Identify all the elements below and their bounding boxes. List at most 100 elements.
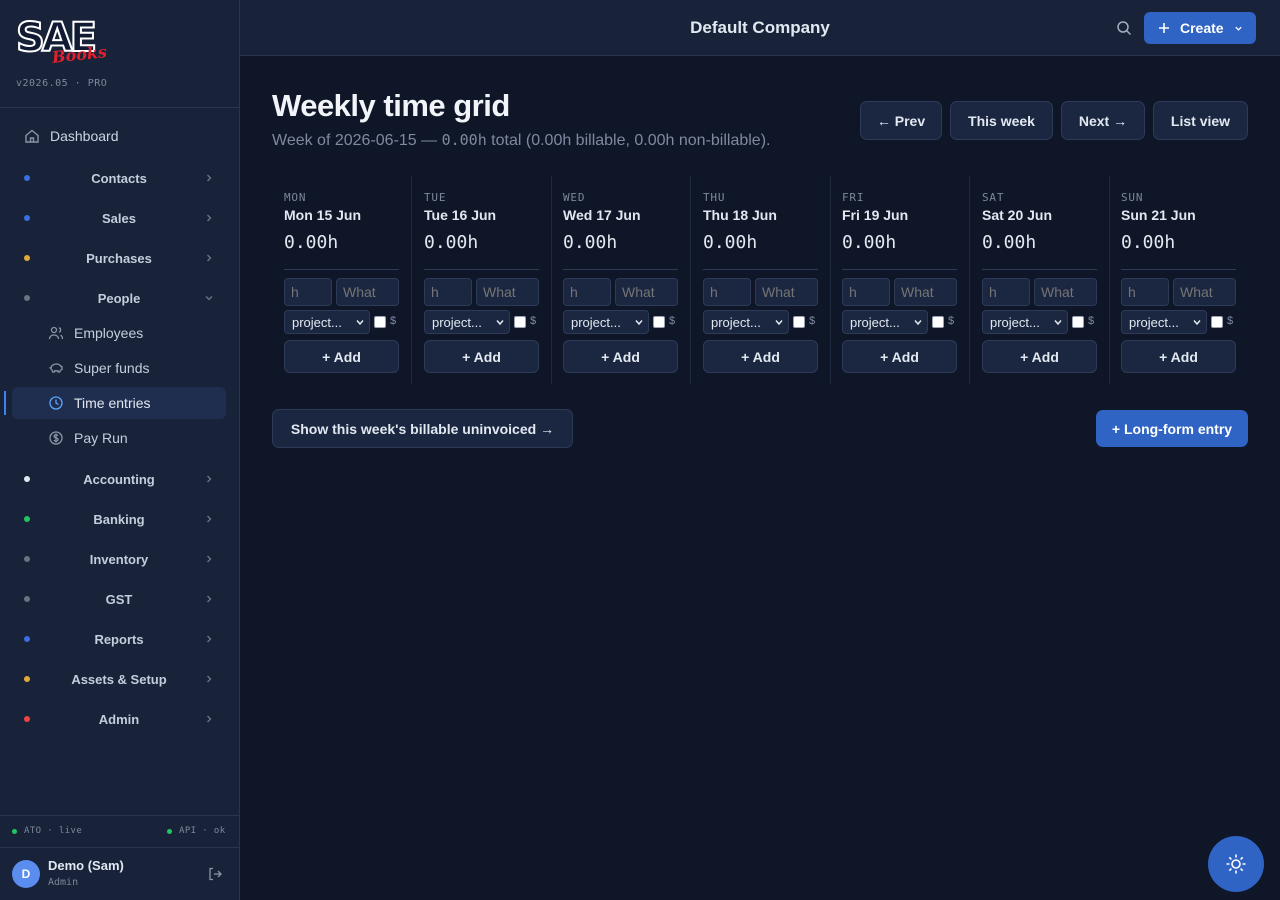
project-select[interactable]: project...	[703, 310, 789, 334]
day-column-tue: TUE Tue 16 Jun 0.00h project... $ + Add	[412, 176, 552, 384]
users-icon	[48, 326, 64, 340]
topbar: Default Company Create	[240, 0, 1280, 56]
project-select[interactable]: project...	[1121, 310, 1207, 334]
sidebar-group-admin[interactable]: Admin	[12, 703, 226, 735]
avatar[interactable]: D	[12, 860, 40, 888]
add-entry-button[interactable]: + Add	[982, 340, 1097, 373]
billable-checkbox[interactable]	[374, 316, 386, 328]
billable-checkbox[interactable]	[932, 316, 944, 328]
billable-label: $	[1227, 315, 1234, 327]
sidebar-item-dashboard[interactable]: Dashboard	[12, 119, 226, 153]
sidebar-group-contacts[interactable]: Contacts	[12, 162, 226, 194]
ato-status: ATO · live	[12, 826, 82, 836]
what-input[interactable]	[336, 278, 399, 306]
sidebar-group-reports[interactable]: Reports	[12, 623, 226, 655]
billable-label: $	[1088, 315, 1095, 327]
project-select[interactable]: project...	[842, 310, 928, 334]
project-select[interactable]: project...	[982, 310, 1068, 334]
day-of-week: THU	[703, 191, 726, 204]
show-billable-uninvoiced-button[interactable]: Show this week's billable uninvoiced →	[272, 409, 573, 448]
day-column-fri: FRI Fri 19 Jun 0.00h project... $ + Add	[830, 176, 970, 384]
day-hours-total: 0.00h	[982, 232, 1037, 253]
day-divider	[982, 269, 1097, 270]
sidebar-group-people[interactable]: People	[12, 282, 226, 314]
chevron-down-icon	[1234, 26, 1242, 31]
piggy-bank-icon	[49, 363, 63, 373]
what-input[interactable]	[755, 278, 818, 306]
what-input[interactable]	[1034, 278, 1097, 306]
logo[interactable]: SAE Books	[15, 17, 108, 67]
hours-input[interactable]	[703, 278, 751, 306]
day-hours-total: 0.00h	[1121, 232, 1176, 253]
billable-checkbox[interactable]	[1072, 316, 1084, 328]
add-entry-button[interactable]: + Add	[703, 340, 818, 373]
sidebar-item-employees[interactable]: Employees	[12, 317, 226, 349]
sidebar-item-label: Pay Run	[74, 430, 128, 446]
chevron-right-icon	[207, 515, 212, 523]
billable-label: $	[809, 315, 816, 327]
search-icon[interactable]	[1116, 20, 1132, 36]
list-view-button[interactable]: List view	[1153, 101, 1248, 140]
sidebar-group-label: Contacts	[91, 170, 147, 186]
billable-checkbox[interactable]	[514, 316, 526, 328]
hours-input[interactable]	[1121, 278, 1169, 306]
project-select[interactable]: project...	[284, 310, 370, 334]
version-label: v2026.05 · PRO	[16, 78, 108, 89]
add-entry-button[interactable]: + Add	[424, 340, 539, 373]
sidebar-group-label: Sales	[102, 210, 136, 226]
sidebar-group-assets-setup[interactable]: Assets & Setup	[12, 663, 226, 695]
theme-toggle-button[interactable]	[1208, 836, 1264, 892]
create-button-label: Create	[1180, 20, 1224, 36]
next-week-button[interactable]: Next →	[1061, 101, 1145, 140]
what-input[interactable]	[894, 278, 957, 306]
project-select[interactable]: project...	[563, 310, 649, 334]
day-of-week: SAT	[982, 191, 1005, 204]
billable-checkbox[interactable]	[793, 316, 805, 328]
user-panel: D Demo (Sam) Admin	[0, 848, 239, 900]
dollar-circle-icon	[49, 431, 63, 445]
billable-checkbox[interactable]	[1211, 316, 1223, 328]
day-divider	[424, 269, 539, 270]
subtitle-suffix: total (0.00h billable, 0.00h non-billabl…	[486, 132, 771, 149]
add-entry-button[interactable]: + Add	[842, 340, 957, 373]
chevron-right-icon	[207, 214, 212, 222]
what-input[interactable]	[1173, 278, 1236, 306]
sidebar-item-super-funds[interactable]: Super funds	[12, 352, 226, 384]
hours-input[interactable]	[424, 278, 472, 306]
add-entry-button[interactable]: + Add	[1121, 340, 1236, 373]
hours-input[interactable]	[842, 278, 890, 306]
sidebar-group-sales[interactable]: Sales	[12, 202, 226, 234]
project-select[interactable]: project...	[424, 310, 510, 334]
hours-input[interactable]	[284, 278, 332, 306]
sidebar-group-inventory[interactable]: Inventory	[12, 543, 226, 575]
chevron-down-icon	[1054, 320, 1062, 326]
chevron-right-icon	[207, 675, 212, 683]
day-date: Mon 15 Jun	[284, 207, 362, 223]
this-week-button[interactable]: This week	[950, 101, 1053, 140]
logout-icon[interactable]	[207, 866, 223, 882]
billable-checkbox[interactable]	[653, 316, 665, 328]
hours-input[interactable]	[982, 278, 1030, 306]
add-entry-button[interactable]: + Add	[563, 340, 678, 373]
sidebar-group-gst[interactable]: GST	[12, 583, 226, 615]
day-divider	[284, 269, 399, 270]
prev-week-button[interactable]: ← Prev	[860, 101, 942, 140]
sidebar-group-label: People	[97, 290, 141, 306]
sidebar-item-time-entries[interactable]: Time entries	[12, 387, 226, 419]
api-status-text: API · ok	[179, 826, 226, 836]
sidebar-group-purchases[interactable]: Purchases	[12, 242, 226, 274]
sidebar-group-banking[interactable]: Banking	[12, 503, 226, 535]
sidebar-group-accounting[interactable]: Accounting	[12, 463, 226, 495]
create-button[interactable]: Create	[1144, 12, 1256, 44]
long-form-entry-button[interactable]: + Long-form entry	[1096, 410, 1248, 447]
day-column-mon: MON Mon 15 Jun 0.00h project... $ + Add	[272, 176, 412, 384]
hours-input[interactable]	[563, 278, 611, 306]
sidebar-item-pay-run[interactable]: Pay Run	[12, 422, 226, 454]
sidebar-group-label: Banking	[93, 511, 145, 527]
sidebar-group-label: Purchases	[86, 250, 152, 266]
what-input[interactable]	[615, 278, 678, 306]
subtitle-total: 0.00h	[441, 131, 487, 149]
day-divider	[703, 269, 818, 270]
what-input[interactable]	[476, 278, 539, 306]
add-entry-button[interactable]: + Add	[284, 340, 399, 373]
